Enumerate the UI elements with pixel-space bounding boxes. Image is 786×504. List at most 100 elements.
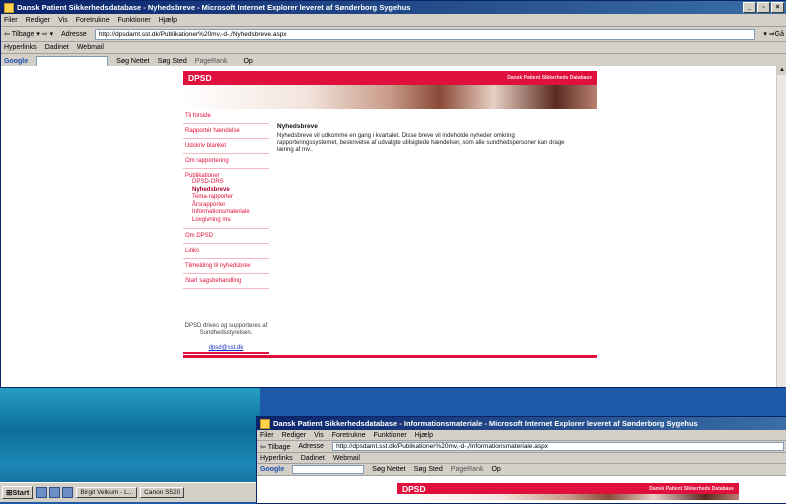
nav-footer: DPSD drives og supporteres af Sundhedsst… (183, 323, 269, 352)
site-logo-2[interactable]: DPSD (402, 484, 426, 494)
close-button[interactable]: × (771, 2, 784, 13)
back-button[interactable]: ⇦ Tilbage ▾ ⇨ ▾ (4, 30, 53, 38)
menu-file[interactable]: Filer (4, 17, 18, 24)
search-site-button[interactable]: Søg Sted (158, 58, 187, 65)
menu-bar: Filer Rediger Vis Foretrukne Funktioner … (1, 14, 786, 27)
search-site-button-2[interactable]: Søg Sted (414, 466, 443, 473)
page-content: DPSD Dansk Patient Sikkerheds Database T… (1, 66, 786, 387)
go-button[interactable]: ▾ ⇒Gå (763, 30, 784, 38)
nav-sub-dpsd-ors[interactable]: DPSD-ORS (185, 179, 267, 187)
pagerank-indicator-2: PageRank (450, 466, 484, 473)
menu-view-2[interactable]: Vis (314, 432, 324, 439)
nav-sub-theme-reports[interactable]: Tema-rapporter (185, 194, 267, 202)
header-photo (183, 85, 597, 109)
nav-group-publications: Publikationer DPSD-ORS Nyhedsbreve Tema-… (183, 169, 269, 229)
back-label: Tilbage (11, 31, 35, 38)
nav-sub-legislation[interactable]: Lovgivning mv. (185, 217, 267, 225)
address-toolbar: ⇦ Tilbage ▾ ⇨ ▾ Adresse http://dpsdamt.s… (1, 27, 786, 42)
back-button-2[interactable]: ⇦ Tilbage (260, 443, 290, 451)
menu-favorites-2[interactable]: Foretrukne (332, 432, 366, 439)
window-title-2: Dansk Patient Sikkerhedsdatabase - Infor… (273, 419, 698, 428)
menu-favorites[interactable]: Foretrukne (76, 17, 110, 24)
menu-edit-2[interactable]: Rediger (282, 432, 307, 439)
menu-bar-2: Filer Rediger Vis Foretrukne Funktioner … (257, 430, 786, 441)
address-label-2: Adresse (298, 443, 325, 450)
links-bar: Hyperlinks Dadinet Webmail (1, 42, 786, 54)
link-webmail[interactable]: Webmail (77, 44, 104, 51)
search-web-button[interactable]: Søg Nettet (116, 58, 149, 65)
options-button-2[interactable]: Op (491, 466, 500, 473)
google-search-input-2[interactable] (292, 465, 365, 474)
task-button-birgit[interactable]: Birgit Velkum - L... (76, 487, 138, 498)
options-button[interactable]: Op (243, 58, 252, 65)
nav-sub-info-material[interactable]: Informationsmateriale (185, 209, 267, 217)
link-dadinet-2[interactable]: Dadinet (301, 455, 325, 462)
nav-item-newsletter-signup[interactable]: Tilmelding til nyhedsbrev (183, 259, 269, 274)
nav-item-report[interactable]: Rapportér hændelse (183, 124, 269, 139)
links-label: Hyperlinks (4, 44, 37, 51)
vertical-scrollbar[interactable]: ▲ (776, 66, 786, 387)
article-heading: Nyhedsbreve (277, 123, 318, 130)
nav-sub-annual-reports[interactable]: Årsrapporter (185, 202, 267, 210)
address-label: Adresse (61, 30, 87, 38)
address-field[interactable]: http://dpsdamt.sst.dk/Publikationer%20mv… (94, 28, 756, 40)
site-logo[interactable]: DPSD (188, 73, 212, 83)
ie-icon-2 (260, 418, 270, 429)
menu-edit[interactable]: Rediger (26, 17, 51, 24)
footer-rule (183, 355, 597, 358)
scroll-up-icon[interactable]: ▲ (777, 66, 786, 75)
nav-item-home[interactable]: Til forside (183, 109, 269, 124)
search-web-button-2[interactable]: Søg Nettet (372, 466, 405, 473)
menu-file-2[interactable]: Filer (260, 432, 274, 439)
dpsd-site-2: DPSD Dansk Patient Sikkerheds Database (397, 483, 739, 500)
link-webmail-2[interactable]: Webmail (333, 455, 360, 462)
browser-window-nyhedsbreve[interactable]: Dansk Patient Sikkerhedsdatabase - Nyhed… (0, 0, 786, 388)
start-button[interactable]: ⊞Start (2, 486, 34, 499)
nav-item-about-dpsd[interactable]: Om DPSD (183, 229, 269, 244)
site-nav: Til forside Rapportér hændelse Udskriv b… (183, 109, 269, 352)
maximize-button[interactable]: ▫ (757, 2, 770, 13)
back-label-2: Tilbage (267, 443, 291, 451)
desktop-launch-icon[interactable] (62, 487, 74, 498)
address-field-2[interactable]: http://dpsdamt.sst.dk/Publikationer%20mv… (332, 442, 784, 451)
site-header: DPSD Dansk Patient Sikkerheds Database (183, 71, 597, 85)
menu-tools[interactable]: Funktioner (118, 17, 151, 24)
minimize-button[interactable]: _ (743, 2, 756, 13)
address-toolbar-2: ⇦ Tilbage Adresse http://dpsdamt.sst.dk/… (257, 441, 786, 453)
menu-help[interactable]: Hjælp (159, 17, 177, 24)
menu-help-2[interactable]: Hjælp (415, 432, 433, 439)
google-search-input[interactable] (36, 55, 109, 67)
google-logo[interactable]: Google (4, 58, 28, 65)
article-body: Nyhedsbreve vil udkomme en gang i kvarta… (277, 133, 565, 153)
pagerank-indicator: PageRank (194, 57, 228, 65)
links-label-2: Hyperlinks (260, 454, 293, 462)
footer-text: DPSD drives og supporteres af Sundhedsst… (184, 323, 268, 336)
nav-sub-newsletters[interactable]: Nyhedsbreve (185, 187, 267, 195)
google-toolbar-2: Google Søg Nettet Søg Sted PageRank Op (257, 464, 786, 476)
dpsd-site: DPSD Dansk Patient Sikkerheds Database T… (183, 71, 597, 352)
go-label: Gå (774, 31, 784, 38)
footer-email-link[interactable]: dpsd@sst.dk (183, 345, 269, 352)
nav-item-start-case[interactable]: Start sagsbehandling (183, 274, 269, 289)
nav-item-about-reporting[interactable]: Om rapportering (183, 154, 269, 169)
google-logo-2[interactable]: Google (260, 466, 284, 473)
site-subtitle: Dansk Patient Sikkerheds Database (507, 75, 592, 81)
ie-icon (4, 2, 14, 13)
nav-item-links[interactable]: Links (183, 244, 269, 259)
nav-item-print-form[interactable]: Udskriv blanket (183, 139, 269, 154)
title-bar[interactable]: Dansk Patient Sikkerhedsdatabase - Nyhed… (1, 1, 786, 14)
link-dadinet[interactable]: Dadinet (45, 44, 69, 51)
menu-view[interactable]: Vis (58, 17, 68, 24)
ie-launch-icon[interactable] (36, 487, 48, 498)
nav-bottom-rule (183, 352, 269, 354)
menu-tools-2[interactable]: Funktioner (374, 432, 407, 439)
quick-launch (36, 487, 74, 498)
browser-window-informationsmateriale[interactable]: Dansk Patient Sikkerhedsdatabase - Infor… (256, 416, 786, 504)
title-bar-2[interactable]: Dansk Patient Sikkerhedsdatabase - Infor… (257, 417, 786, 430)
window-title: Dansk Patient Sikkerhedsdatabase - Nyhed… (17, 3, 411, 12)
main-article: Nyhedsbreve Nyhedsbreve vil udkomme en g… (269, 109, 589, 352)
outlook-launch-icon[interactable] (49, 487, 61, 498)
taskbar: ⊞Start Birgit Velkum - L... Canon S520 (0, 482, 256, 502)
start-label: Start (12, 488, 30, 497)
task-button-canon[interactable]: Canon S520 (140, 487, 185, 498)
